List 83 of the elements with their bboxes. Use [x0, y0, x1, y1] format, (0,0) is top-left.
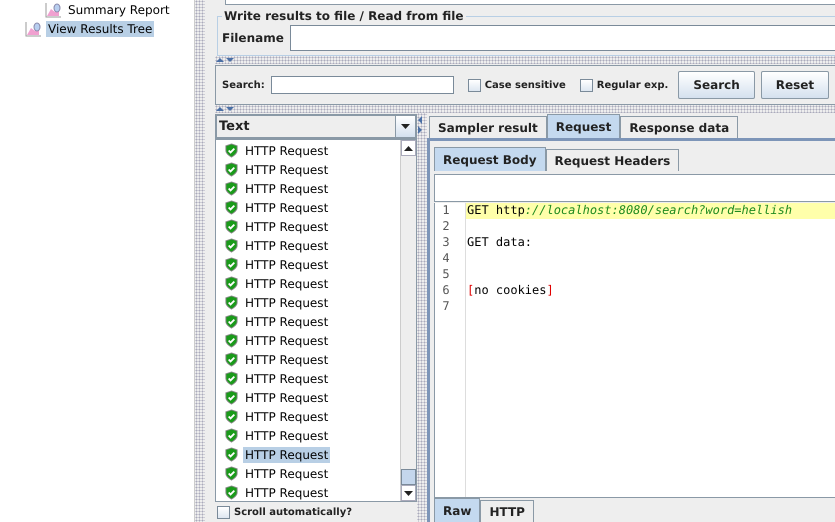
tab[interactable]: Request Body [434, 147, 546, 171]
search-label: Search: [222, 80, 265, 90]
shield-check-icon [224, 409, 239, 424]
line-number: 2 [441, 219, 451, 235]
collapse-arrows-icon[interactable] [215, 57, 235, 63]
filename-field[interactable] [290, 25, 835, 51]
checkbox-label: Scroll automatically? [234, 507, 352, 518]
tab[interactable]: Raw [434, 498, 480, 522]
line-number: 7 [441, 299, 451, 315]
chart-icon [24, 20, 42, 36]
shield-check-icon [224, 162, 239, 177]
tab[interactable]: HTTP [480, 500, 534, 522]
tab[interactable]: Sampler result [429, 116, 547, 138]
shield-check-icon [224, 295, 239, 310]
result-item[interactable]: HTTP Request [243, 200, 330, 216]
result-item[interactable]: HTTP Request [243, 276, 330, 292]
code-line: GET http://localhost:8080/search?word=hellish [466, 203, 792, 219]
code-line: [no cookies] [466, 283, 554, 299]
result-item[interactable]: HTTP Request [243, 466, 330, 482]
shield-check-icon [224, 390, 239, 405]
line-number: 3 [441, 235, 451, 251]
renderer-dropdown[interactable]: Text [215, 114, 417, 139]
result-item[interactable]: HTTP Request [243, 332, 330, 348]
result-item[interactable]: HTTP Request [243, 162, 330, 178]
result-item[interactable]: HTTP Request [243, 142, 330, 158]
filename-label: Filename [222, 31, 284, 45]
code-line: GET data: [466, 235, 532, 251]
shield-check-icon [224, 371, 239, 386]
tab[interactable]: Request Headers [546, 149, 680, 171]
result-item[interactable]: HTTP Request [243, 218, 330, 234]
shield-check-icon [224, 447, 239, 462]
shield-check-icon [224, 466, 239, 481]
result-item[interactable]: HTTP Request [243, 446, 330, 462]
line-number: 1 [441, 203, 451, 219]
result-item[interactable]: HTTP Request [243, 352, 330, 368]
shield-check-icon [224, 181, 239, 196]
shield-check-icon [224, 352, 239, 367]
shield-check-icon [224, 276, 239, 291]
result-item[interactable]: HTTP Request [243, 256, 330, 272]
shield-check-icon [224, 200, 239, 215]
shield-check-icon [224, 314, 239, 329]
scroll-up-icon[interactable] [404, 146, 413, 150]
shield-check-icon [224, 143, 239, 158]
result-item[interactable]: HTTP Request [243, 370, 330, 386]
collapse-arrows-icon[interactable] [215, 106, 235, 112]
shield-check-icon [224, 219, 239, 234]
result-item[interactable]: HTTP Request [243, 294, 330, 310]
checkbox[interactable] [580, 78, 593, 92]
scrollbar[interactable] [400, 140, 416, 501]
tree-item[interactable]: Summary Report [66, 2, 172, 18]
shield-check-icon [224, 257, 239, 272]
scroll-thumb[interactable] [401, 469, 416, 485]
dropdown-arrow-icon[interactable] [401, 124, 410, 129]
result-item[interactable]: HTTP Request [243, 408, 330, 424]
chart-icon [44, 2, 62, 18]
side-arrows-icon[interactable] [417, 115, 423, 135]
tree-item[interactable]: View Results Tree [46, 20, 154, 36]
result-item[interactable]: HTTP Request [243, 390, 330, 406]
reset-button[interactable]: Reset [760, 71, 830, 99]
shield-check-icon [224, 333, 239, 348]
checkbox[interactable] [217, 506, 230, 519]
checkbox-label: Regular exp. [596, 80, 668, 90]
tab[interactable]: Request [546, 114, 620, 138]
result-item[interactable]: HTTP Request [243, 314, 330, 330]
splitter[interactable] [195, 0, 205, 522]
search-field[interactable] [270, 76, 454, 94]
shield-check-icon [224, 428, 239, 443]
result-item[interactable]: HTTP Request [243, 428, 330, 444]
line-number: 4 [441, 251, 451, 267]
dropdown-arrow-icon[interactable] [404, 490, 413, 496]
search-button[interactable]: Search [678, 71, 755, 99]
text-field[interactable] [434, 174, 835, 202]
shield-check-icon [224, 238, 239, 253]
checkbox[interactable] [468, 78, 481, 92]
checkbox-label: Case sensitive [484, 80, 566, 90]
result-item[interactable]: HTTP Request [243, 180, 330, 196]
tab[interactable]: Response data [620, 116, 738, 138]
line-number: 6 [441, 283, 451, 299]
text-field[interactable] [225, 0, 835, 5]
line-number: 5 [441, 267, 451, 283]
group-title: Write results to file / Read from file [223, 9, 465, 23]
result-item[interactable]: HTTP Request [243, 238, 330, 254]
result-item[interactable]: HTTP Request [243, 484, 330, 500]
